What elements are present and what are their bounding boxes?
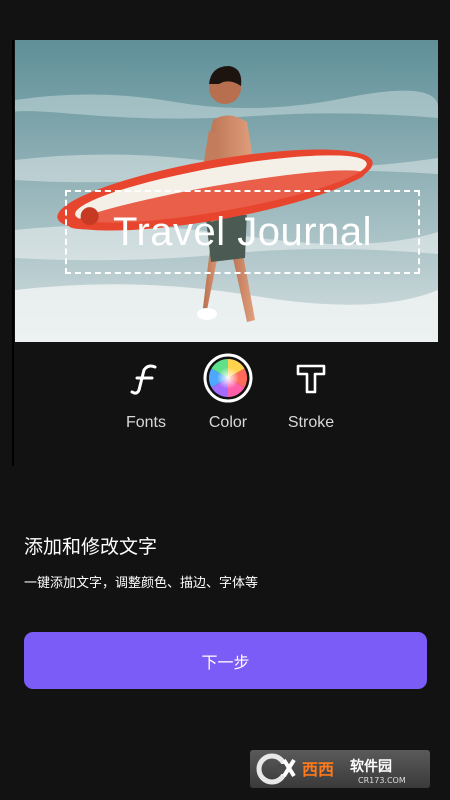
color-tool-button[interactable]: Color (183, 352, 273, 432)
svg-text:软件园: 软件园 (350, 758, 392, 775)
next-step-button[interactable]: 下一步 (24, 632, 427, 689)
text-tools-bar: Fonts Color Stroke (0, 352, 450, 442)
photo-preview[interactable]: Travel Journal (15, 40, 438, 342)
svg-text:西西: 西西 (302, 760, 334, 779)
text-selection-box[interactable]: Travel Journal (65, 190, 420, 274)
stroke-icon (285, 352, 337, 404)
stroke-label: Stroke (287, 414, 335, 431)
fonts-tool-button[interactable]: Fonts (101, 352, 191, 432)
watermark-logo: 西西 软件园 CR173.COM (250, 750, 430, 788)
color-wheel-icon (202, 352, 254, 404)
color-label: Color (208, 414, 248, 431)
overlay-text[interactable]: Travel Journal (113, 210, 372, 255)
fonts-label: Fonts (125, 414, 166, 431)
stroke-tool-button[interactable]: Stroke (266, 352, 356, 432)
fonts-icon (120, 352, 172, 404)
feature-title: 添加和修改文字 (24, 536, 158, 558)
svg-text:CR173.COM: CR173.COM (358, 776, 406, 785)
feature-description: 一键添加文字，调整颜色、描边、字体等 (24, 576, 259, 591)
